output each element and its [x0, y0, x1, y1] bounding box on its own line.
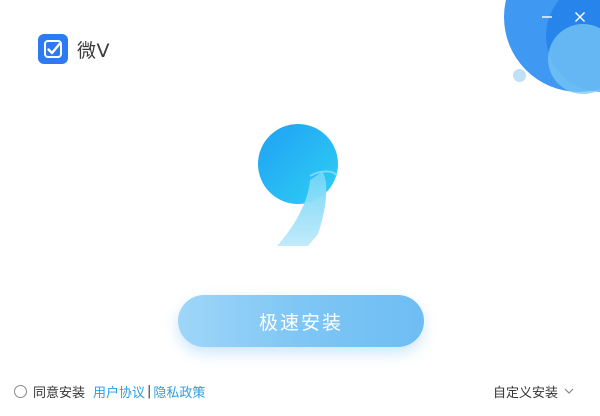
product-nine-logo-icon: [258, 124, 338, 246]
agree-label[interactable]: 同意安装: [33, 382, 85, 401]
privacy-policy-link[interactable]: 隐私政策: [153, 382, 205, 401]
custom-install-toggle[interactable]: 自定义安装: [493, 382, 574, 401]
decor-circle-light: [548, 24, 600, 94]
close-icon: [575, 12, 585, 22]
agreement-row: 同意安装 用户协议 | 隐私政策: [14, 382, 205, 401]
quick-install-button[interactable]: 极速安装: [178, 295, 424, 347]
link-separator: |: [147, 384, 152, 399]
minimize-button[interactable]: [536, 6, 558, 28]
user-agreement-link[interactable]: 用户协议: [93, 382, 145, 401]
minimize-icon: [542, 16, 552, 18]
chevron-down-icon: [564, 388, 574, 394]
decor-circle-dot: [513, 69, 526, 82]
agree-radio[interactable]: [14, 385, 27, 398]
installer-window: 微V 极速安装 同意安装 用户协议 | 隐私政策 自定义安装: [0, 0, 600, 416]
app-name: 微V: [77, 39, 110, 62]
app-logo: 微V: [38, 34, 110, 64]
close-button[interactable]: [569, 6, 591, 28]
checkmark-logo-icon: [38, 34, 68, 64]
custom-install-label: 自定义安装: [493, 386, 559, 401]
